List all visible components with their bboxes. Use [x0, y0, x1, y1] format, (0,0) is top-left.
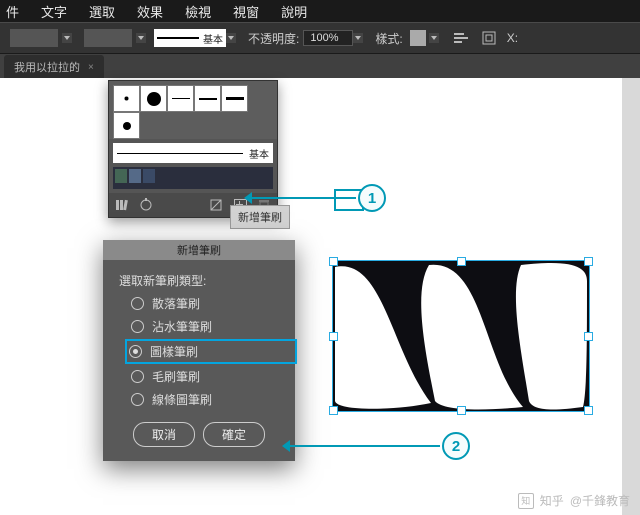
zhihu-logo-icon: 知 — [518, 493, 534, 509]
menu-item[interactable]: 檢視 — [185, 2, 211, 21]
menu-item[interactable]: 視窗 — [233, 2, 259, 21]
opacity-value[interactable]: 100% — [303, 30, 353, 46]
style-dropdown-icon[interactable] — [429, 33, 439, 43]
brush-options-icon[interactable] — [139, 198, 153, 212]
menu-bar: 件 文字 選取 效果 檢視 視窗 說明 — [0, 0, 640, 22]
annotation-badge-1: 1 — [358, 184, 386, 212]
right-panel-edge — [622, 78, 640, 515]
fill-dropdown-icon[interactable] — [62, 33, 72, 43]
remove-stroke-icon[interactable] — [209, 198, 223, 212]
brush-type-option[interactable]: 線條圖筆刷 — [131, 391, 295, 408]
selected-artwork[interactable] — [332, 260, 590, 412]
brush-library-row[interactable] — [113, 167, 273, 189]
document-tab-bar: 我用以拉拉的 × — [0, 54, 640, 80]
brush-preview[interactable]: 基本 — [154, 29, 226, 47]
brush-swatch[interactable] — [113, 112, 140, 139]
new-brush-tooltip: 新增筆刷 — [230, 205, 290, 229]
document-tab[interactable]: 我用以拉拉的 × — [4, 55, 104, 79]
close-tab-icon[interactable]: × — [88, 62, 94, 73]
brush-type-option[interactable]: 散落筆刷 — [131, 295, 295, 312]
brush-basic-row[interactable]: 基本 — [113, 143, 273, 163]
brush-type-option[interactable]: 沾水筆筆刷 — [131, 318, 295, 335]
library-icon[interactable] — [115, 198, 129, 212]
fill-swatch[interactable] — [10, 29, 58, 47]
brush-swatch[interactable] — [113, 85, 140, 112]
annotation-badge-2: 2 — [442, 432, 470, 460]
menu-item[interactable]: 選取 — [89, 2, 115, 21]
style-swatch[interactable] — [410, 30, 426, 46]
dialog-title: 新增筆刷 — [103, 240, 295, 260]
brush-type-option-selected[interactable]: 圖樣筆刷 — [127, 341, 295, 362]
transform-icon[interactable] — [481, 30, 497, 46]
ok-button[interactable]: 確定 — [203, 422, 265, 447]
opacity-dropdown-icon[interactable] — [353, 33, 363, 43]
new-brush-dialog: 新增筆刷 選取新筆刷類型: 散落筆刷 沾水筆筆刷 圖樣筆刷 毛刷筆刷 線條圖筆刷… — [103, 240, 295, 461]
tab-label: 我用以拉拉的 — [14, 59, 80, 75]
style-label: 樣式: — [375, 30, 402, 47]
annotation-pointer-1 — [252, 197, 356, 199]
menu-item[interactable]: 文字 — [41, 2, 67, 21]
brush-swatch[interactable] — [140, 85, 167, 112]
dialog-section-label: 選取新筆刷類型: — [119, 272, 295, 289]
opacity-label: 不透明度: — [248, 30, 299, 47]
x-label: X: — [507, 31, 518, 45]
cancel-button[interactable]: 取消 — [133, 422, 195, 447]
brush-dropdown-icon[interactable] — [226, 33, 236, 43]
control-bar: 基本 不透明度: 100% 樣式: X: — [0, 22, 640, 54]
menu-item[interactable]: 效果 — [137, 2, 163, 21]
stroke-swatch[interactable] — [84, 29, 132, 47]
menu-item[interactable]: 說明 — [281, 2, 307, 21]
watermark: 知 知乎 @千鋒教育 — [518, 492, 630, 509]
brush-swatch[interactable] — [221, 85, 248, 112]
brush-swatch[interactable] — [194, 85, 221, 112]
annotation-pointer-2 — [290, 445, 440, 447]
brush-type-option[interactable]: 毛刷筆刷 — [131, 368, 295, 385]
align-icon[interactable] — [453, 30, 469, 46]
brush-swatch[interactable] — [167, 85, 194, 112]
stroke-dropdown-icon[interactable] — [136, 33, 146, 43]
menu-item[interactable]: 件 — [6, 2, 19, 21]
